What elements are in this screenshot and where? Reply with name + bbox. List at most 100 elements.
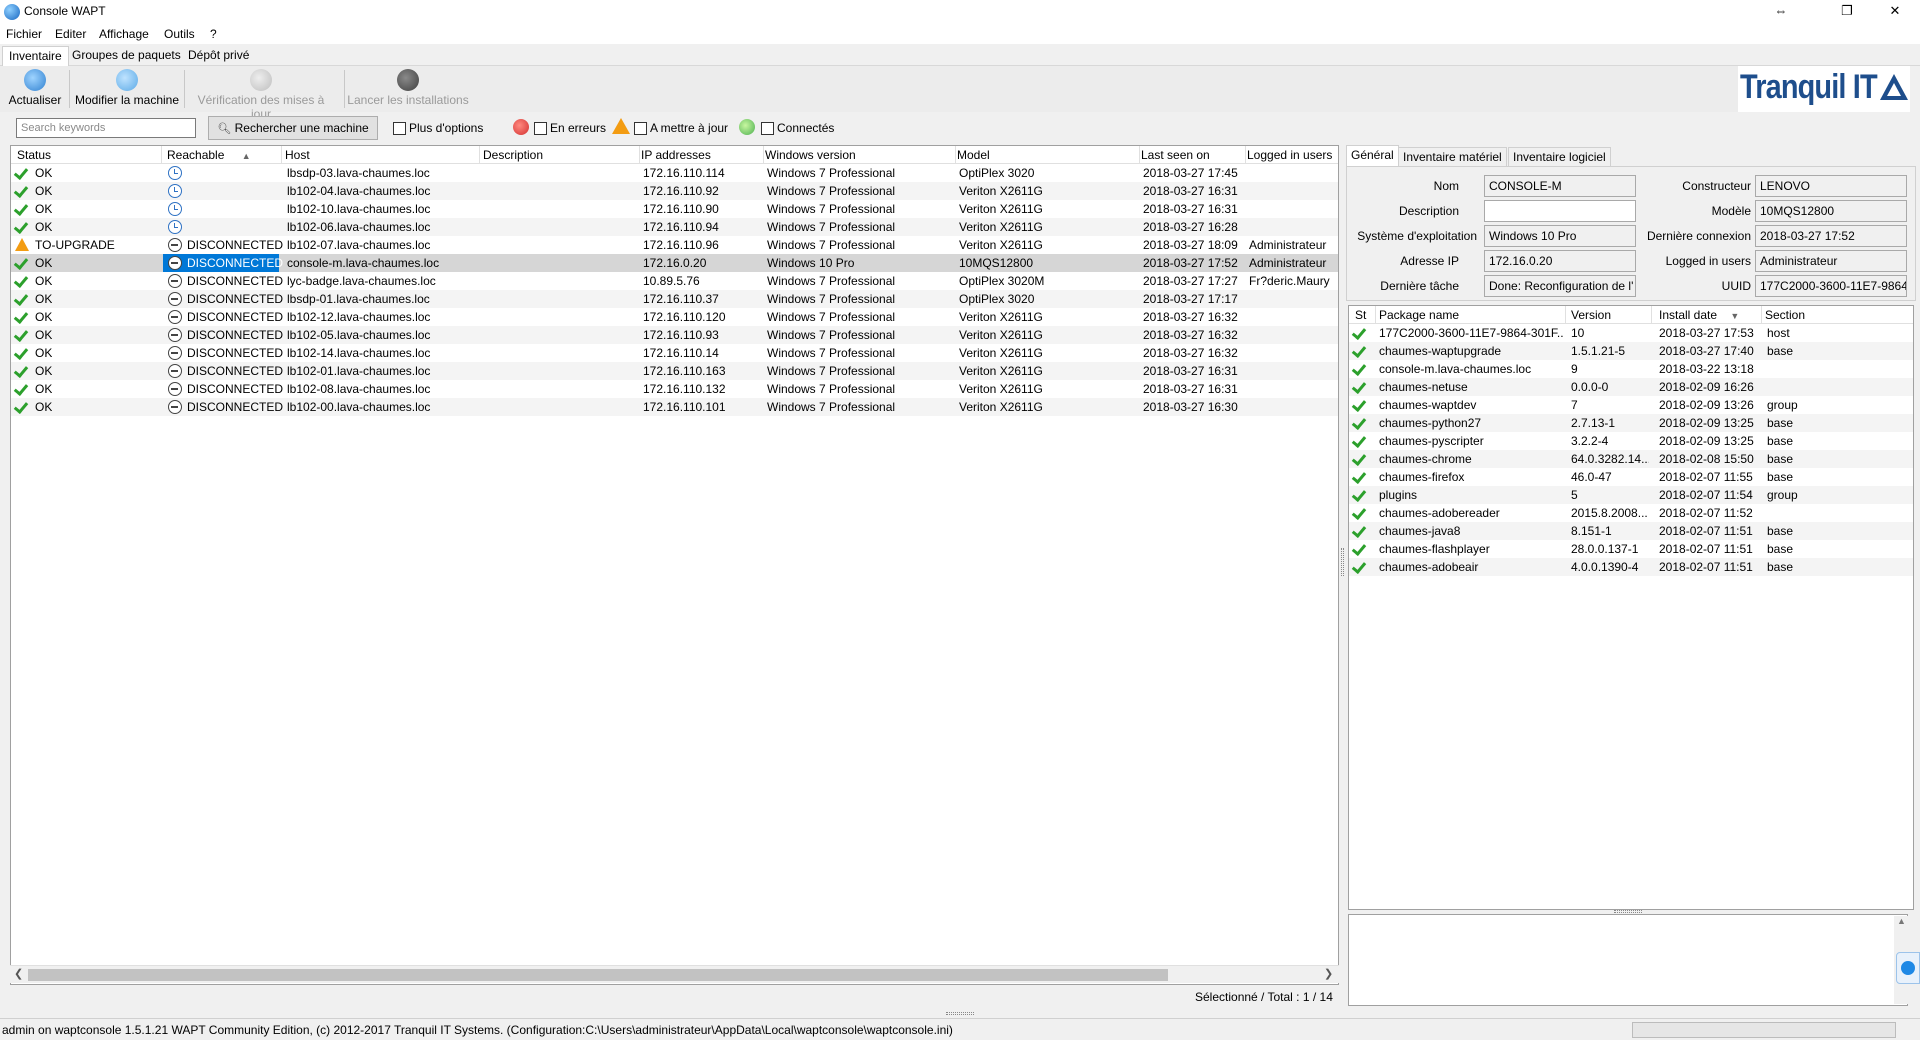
package-row[interactable]: 177C2000-3600-11E7-9864-301F... 10 2018-03… [1349, 324, 1913, 342]
col-last-seen[interactable]: Last seen on [1141, 148, 1210, 162]
col-windows-version[interactable]: Windows version [765, 148, 856, 162]
col-status[interactable]: Status [17, 148, 51, 162]
connected-checkbox[interactable] [761, 122, 774, 135]
menu-bar: Fichier Editer Affichage Outils ? [0, 24, 1920, 44]
cell-host: lyc-badge.lava-chaumes.loc [287, 274, 436, 288]
bottom-splitter-grip[interactable] [946, 1012, 974, 1015]
package-row[interactable]: chaumes-adobereader 2015.8.2008... 2018-02… [1349, 504, 1913, 522]
description-label: Description [1398, 204, 1459, 218]
tab-groupes-paquets[interactable]: Groupes de paquets [66, 46, 187, 66]
table-row[interactable]: OK lb102-04.lava-chaumes.loc 172.16.110.92… [11, 182, 1338, 200]
ok-check-icon [15, 345, 29, 359]
table-row[interactable]: OK DISCONNECTED console-m.lava-chaumes.loc… [11, 254, 1338, 272]
col-reachable[interactable]: Reachable ▲ [167, 148, 251, 162]
menu-editer[interactable]: Editer [55, 27, 86, 41]
uuid-field[interactable]: 177C2000-3600-11E7-9864-3 [1755, 275, 1907, 297]
errors-checkbox[interactable] [534, 122, 547, 135]
menu-outils[interactable]: Outils [164, 27, 195, 41]
selection-total: Sélectionné / Total : 1 / 14 [1195, 990, 1333, 1004]
tab-hardware-inventory[interactable]: Inventaire matériel [1398, 147, 1507, 167]
maximize-button[interactable]: ❐ [1824, 0, 1870, 22]
package-row[interactable]: console-m.lava-chaumes.loc 9 2018-03-22 13… [1349, 360, 1913, 378]
scrollbar-thumb[interactable] [28, 969, 1168, 981]
modele-field[interactable]: 10MQS12800 [1755, 200, 1907, 222]
to-update-checkbox[interactable] [634, 122, 647, 135]
search-input[interactable] [16, 118, 196, 138]
cell-status: OK [35, 364, 53, 378]
tab-general[interactable]: Général [1346, 145, 1399, 167]
search-icon: 🔍︎ [217, 123, 232, 135]
edit-machine-button[interactable]: Modifier la machine [72, 66, 182, 112]
tab-depot-prive[interactable]: Dépôt privé [182, 46, 255, 66]
logged-users-field[interactable]: Administrateur [1755, 250, 1907, 272]
horizontal-scrollbar[interactable]: ❮ ❯ [10, 965, 1339, 983]
table-row[interactable]: OK DISCONNECTED lb102-01.lava-chaumes.loc 1… [11, 362, 1338, 380]
cell-reachable: DISCONNECTED [187, 328, 284, 342]
col-description[interactable]: Description [483, 148, 543, 162]
table-row[interactable]: OK DISCONNECTED lyc-badge.lava-chaumes.loc… [11, 272, 1338, 290]
launch-installs-button[interactable]: Lancer les installations [346, 66, 470, 112]
ok-check-icon [1353, 541, 1367, 555]
table-row[interactable]: OK lbsdp-03.lava-chaumes.loc 172.16.110.11… [11, 164, 1338, 182]
table-row[interactable]: OK DISCONNECTED lb102-12.lava-chaumes.loc 1… [11, 308, 1338, 326]
package-row[interactable]: chaumes-netuse 0.0.0-0 2018-02-09 16:26 [1349, 378, 1913, 396]
tab-software-inventory[interactable]: Inventaire logiciel [1508, 147, 1611, 167]
table-row[interactable]: OK DISCONNECTED lb102-00.lava-chaumes.loc 1… [11, 398, 1338, 416]
ok-check-icon [15, 273, 29, 287]
search-machine-button[interactable]: 🔍︎ Rechercher une machine [208, 116, 378, 140]
package-row[interactable]: chaumes-python27 2.7.13-1 2018-02-09 13:25… [1349, 414, 1913, 432]
table-row[interactable]: OK lb102-10.lava-chaumes.loc 172.16.110.90… [11, 200, 1338, 218]
package-row[interactable]: chaumes-chrome 64.0.3282.14... 2018-02-08 … [1349, 450, 1913, 468]
cell-host: lbsdp-01.lava-chaumes.loc [287, 292, 430, 306]
table-row[interactable]: OK DISCONNECTED lb102-05.lava-chaumes.loc 1… [11, 326, 1338, 344]
col-model[interactable]: Model [957, 148, 990, 162]
last-task-field[interactable]: Done: Reconfiguration de l' [1484, 275, 1636, 297]
table-row[interactable]: TO-UPGRADE DISCONNECTED lb102-07.lava-chau… [11, 236, 1338, 254]
pkg-cell-version: 3.2.2-4 [1571, 434, 1609, 448]
package-row[interactable]: chaumes-adobeair 4.0.0.1390-4 2018-02-07 1… [1349, 558, 1913, 576]
constructeur-field[interactable]: LENOVO [1755, 175, 1907, 197]
os-field[interactable]: Windows 10 Pro [1484, 225, 1636, 247]
close-button[interactable]: ✕ [1872, 0, 1918, 22]
teamviewer-icon[interactable] [1896, 952, 1920, 984]
col-logged-users[interactable]: Logged in users [1247, 148, 1332, 162]
snap-icon[interactable]: ⇔ [1758, 0, 1804, 22]
package-row[interactable]: chaumes-pyscripter 3.2.2-4 2018-02-09 13:2… [1349, 432, 1913, 450]
check-updates-button[interactable]: Vérification des mises à jour [186, 66, 336, 121]
col-st[interactable]: St [1355, 308, 1366, 322]
refresh-button[interactable]: Actualiser [4, 66, 66, 112]
package-row[interactable]: chaumes-firefox 46.0-47 2018-02-07 11:55 ba… [1349, 468, 1913, 486]
col-section[interactable]: Section [1765, 308, 1805, 322]
cell-model: Veriton X2611G [959, 220, 1043, 234]
package-row[interactable]: chaumes-flashplayer 28.0.0.137-1 2018-02-0… [1349, 540, 1913, 558]
cell-status: OK [35, 400, 53, 414]
package-row[interactable]: plugins 5 2018-02-07 11:54 group [1349, 486, 1913, 504]
pkg-cell-version: 9 [1571, 362, 1578, 376]
cell-os: Windows 7 Professional [767, 274, 896, 288]
ip-field[interactable]: 172.16.0.20 [1484, 250, 1636, 272]
table-row[interactable]: OK lb102-06.lava-chaumes.loc 172.16.110.94… [11, 218, 1338, 236]
package-row[interactable]: chaumes-waptupgrade 1.5.1.21-5 2018-03-27 … [1349, 342, 1913, 360]
last-connection-field[interactable]: 2018-03-27 17:52 [1755, 225, 1907, 247]
tab-inventaire[interactable]: Inventaire [2, 46, 69, 66]
cell-os: Windows 7 Professional [767, 202, 896, 216]
package-row[interactable]: chaumes-java8 8.151-1 2018-02-07 11:51 base [1349, 522, 1913, 540]
col-package-name[interactable]: Package name [1379, 308, 1459, 322]
table-row[interactable]: OK DISCONNECTED lbsdp-01.lava-chaumes.loc 1… [11, 290, 1338, 308]
package-row[interactable]: chaumes-waptdev 7 2018-02-09 13:26 group [1349, 396, 1913, 414]
col-ip[interactable]: IP addresses [641, 148, 711, 162]
menu-help[interactable]: ? [210, 27, 217, 41]
description-field[interactable] [1484, 200, 1636, 222]
more-options-checkbox[interactable] [393, 122, 406, 135]
col-install-date[interactable]: Install date ▼ [1659, 308, 1739, 322]
nom-field[interactable]: CONSOLE-M [1484, 175, 1636, 197]
notes-panel[interactable] [1348, 914, 1908, 1006]
menu-affichage[interactable]: Affichage [99, 27, 149, 41]
table-row[interactable]: OK DISCONNECTED lb102-08.lava-chaumes.loc 1… [11, 380, 1338, 398]
menu-fichier[interactable]: Fichier [6, 27, 42, 41]
col-host[interactable]: Host [285, 148, 310, 162]
splitter-grip[interactable] [1614, 910, 1642, 913]
col-version[interactable]: Version [1571, 308, 1611, 322]
table-row[interactable]: OK DISCONNECTED lb102-14.lava-chaumes.loc 1… [11, 344, 1338, 362]
pkg-cell-name: chaumes-java8 [1379, 524, 1461, 538]
